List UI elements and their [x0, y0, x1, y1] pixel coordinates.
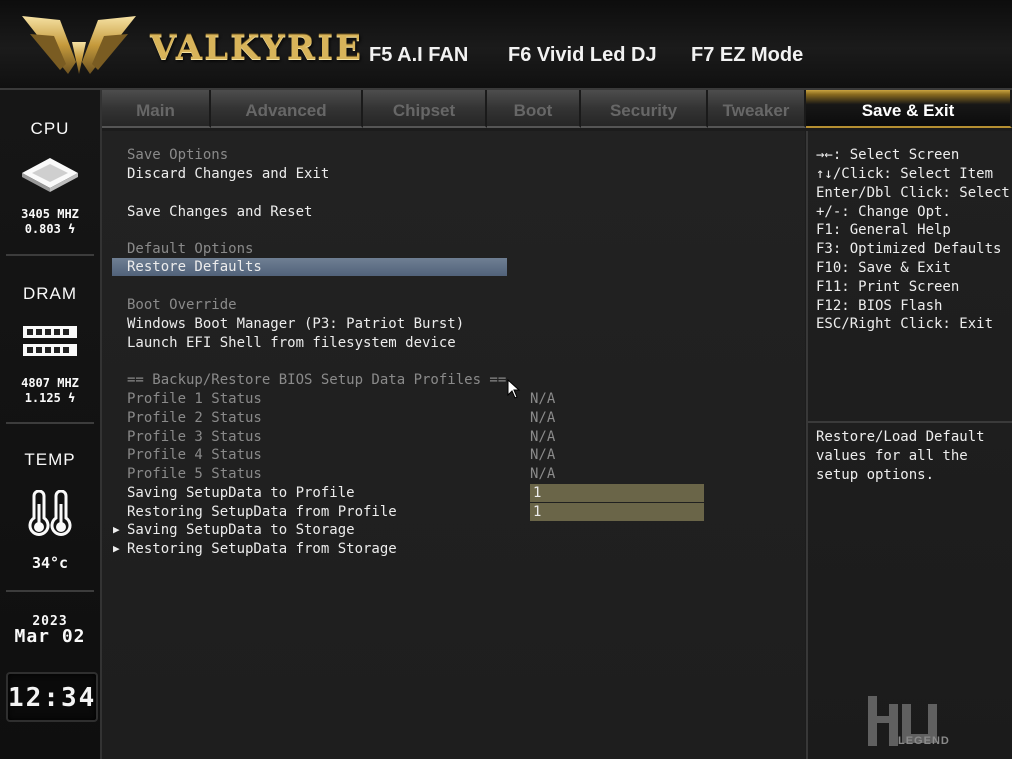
help-line: F1: General Help: [816, 222, 951, 238]
help-line: ESC/Right Click: Exit: [816, 316, 994, 332]
default-options-header: Default Options: [127, 241, 254, 257]
f5-ai-fan-button[interactable]: F5 A.I FAN: [369, 44, 468, 67]
date-month-day: Mar 02: [14, 626, 86, 647]
profile-5-status-label: Profile 5 Status: [127, 466, 262, 482]
valkyrie-wings-logo-icon: [22, 16, 136, 74]
tab-save-exit[interactable]: Save & Exit: [806, 90, 1012, 128]
profile-3-status-value: N/A: [530, 429, 556, 445]
profile-3-status-label: Profile 3 Status: [127, 429, 262, 445]
restoring-from-profile-select[interactable]: 1: [530, 503, 704, 521]
temperature-value: 34°c: [31, 554, 69, 572]
dram-label: DRAM: [22, 284, 78, 303]
mouse-pointer-icon: [507, 379, 521, 399]
tab-boot[interactable]: Boot: [487, 90, 581, 128]
save-options-header: Save Options: [127, 147, 229, 163]
profile-4-status-label: Profile 4 Status: [127, 447, 262, 463]
profile-1-status-label: Profile 1 Status: [127, 391, 262, 407]
profile-2-status-value: N/A: [530, 410, 556, 426]
help-line: F10: Save & Exit: [816, 260, 951, 276]
dram-frequency: 4807 MHZ: [21, 376, 79, 390]
saving-to-storage-item[interactable]: Saving SetupData to Storage: [127, 521, 355, 539]
tab-advanced[interactable]: Advanced: [211, 90, 363, 128]
item-description: Restore/Load Default values for all the …: [816, 429, 985, 483]
dram-module-icon: [23, 326, 77, 356]
clock-display: 12:34: [6, 672, 98, 722]
cpu-voltage: 0.803 ϟ: [24, 222, 76, 236]
saving-to-profile-label: Saving SetupData to Profile: [127, 485, 355, 501]
bios-header: VALKYRIE F5 A.I FAN F6 Vivid Led DJ F7 E…: [0, 0, 1012, 90]
discard-changes-exit-item[interactable]: Discard Changes and Exit: [127, 165, 329, 183]
submenu-arrow-icon: ▶: [113, 542, 120, 555]
cpu-chip-icon: [22, 158, 78, 192]
help-divider: [808, 421, 1012, 423]
submenu-arrow-icon: ▶: [113, 523, 120, 536]
profile-5-status-value: N/A: [530, 466, 556, 482]
clock-time: 12:34: [8, 683, 97, 713]
f6-vivid-led-dj-button[interactable]: F6 Vivid Led DJ: [508, 44, 657, 67]
thermometer-icon: [28, 490, 72, 536]
boot-override-header: Boot Override: [127, 297, 237, 313]
watermark-text: LEGEND: [898, 735, 950, 747]
brand-logo-text: VALKYRIE: [150, 28, 364, 68]
status-divider: [6, 590, 94, 592]
dram-voltage: 1.125 ϟ: [24, 391, 76, 405]
profile-4-status-value: N/A: [530, 447, 556, 463]
f7-ez-mode-button[interactable]: F7 EZ Mode: [691, 44, 803, 67]
save-changes-reset-item[interactable]: Save Changes and Reset: [127, 203, 312, 221]
profiles-section-header: == Backup/Restore BIOS Setup Data Profil…: [127, 372, 507, 388]
status-divider: [6, 254, 94, 256]
cpu-label: CPU: [30, 119, 70, 138]
temp-label: TEMP: [24, 450, 76, 469]
settings-panel: Save Options Discard Changes and Exit Sa…: [102, 131, 805, 759]
help-line: →←: Select Screen: [816, 147, 960, 163]
cpu-frequency: 3405 MHZ: [21, 207, 79, 221]
tab-chipset[interactable]: Chipset: [363, 90, 487, 128]
restore-defaults-item[interactable]: Restore Defaults: [127, 258, 262, 276]
restoring-from-profile-label: Restoring SetupData from Profile: [127, 504, 397, 520]
saving-to-profile-select[interactable]: 1: [530, 484, 704, 502]
help-line: Enter/Dbl Click: Select: [816, 185, 1010, 201]
help-line: F12: BIOS Flash: [816, 298, 943, 314]
help-line: ↑↓/Click: Select Item: [816, 166, 994, 182]
profile-1-status-value: N/A: [530, 391, 556, 407]
tab-security[interactable]: Security: [581, 90, 708, 128]
tab-bar: Main Advanced Chipset Boot Security Twea…: [102, 90, 1012, 130]
restoring-from-storage-item[interactable]: Restoring SetupData from Storage: [127, 540, 397, 558]
system-status-panel: CPU 3405 MHZ 0.803 ϟ DRAM 4807 MHZ 1.125…: [0, 90, 102, 759]
tab-main[interactable]: Main: [102, 90, 211, 128]
help-line: F11: Print Screen: [816, 279, 960, 295]
launch-efi-shell-item[interactable]: Launch EFI Shell from filesystem device: [127, 334, 456, 352]
help-panel: →←: Select Screen ↑↓/Click: Select Item …: [806, 131, 1012, 759]
tab-tweaker[interactable]: Tweaker: [708, 90, 806, 128]
windows-boot-manager-item[interactable]: Windows Boot Manager (P3: Patriot Burst): [127, 315, 464, 333]
help-line: F3: Optimized Defaults: [816, 241, 1002, 257]
status-divider: [6, 422, 94, 424]
help-line: +/-: Change Opt.: [816, 204, 951, 220]
profile-2-status-label: Profile 2 Status: [127, 410, 262, 426]
